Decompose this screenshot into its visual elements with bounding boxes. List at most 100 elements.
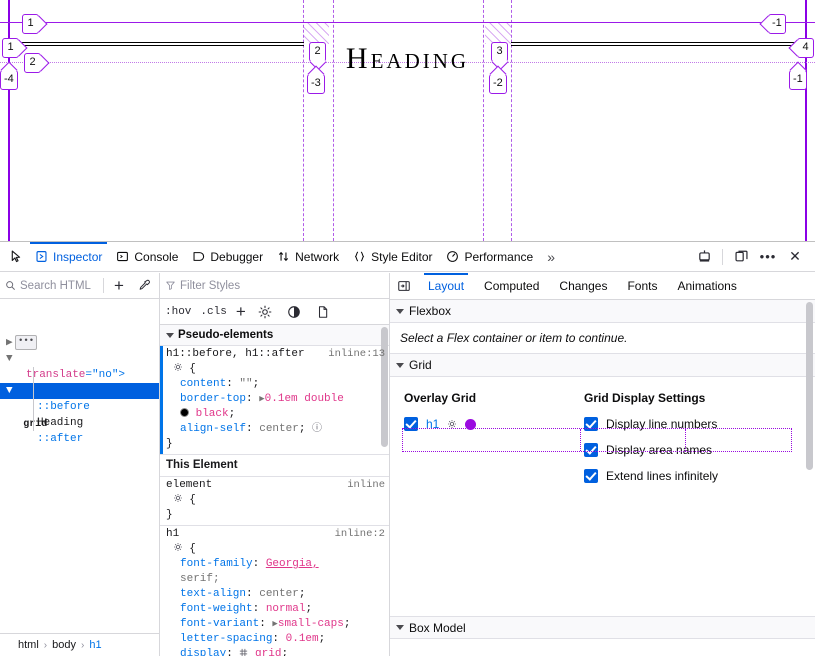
css-value[interactable]: serif;: [180, 573, 220, 585]
css-value[interactable]: center: [259, 423, 299, 435]
markup-node[interactable]: ::before: [0, 399, 159, 415]
css-rule-pseudo-rule[interactable]: h1::before, h1::afterinline:13 {content:…: [160, 346, 389, 455]
css-property[interactable]: font-family: [180, 558, 253, 570]
css-property[interactable]: letter-spacing: [180, 633, 272, 645]
css-rule-element-rule[interactable]: elementinline {}: [160, 477, 389, 526]
class-panel-button[interactable]: .cls: [200, 306, 226, 318]
css-rule-h1-rule[interactable]: h1inline:2 {font-family: Georgia,serif;t…: [160, 526, 389, 656]
markup-node[interactable]: [0, 479, 159, 495]
css-property[interactable]: font-variant: [180, 618, 259, 630]
css-rules-view[interactable]: Pseudo-elementsh1::before, h1::afterinli…: [160, 325, 389, 656]
css-property[interactable]: text-align: [180, 588, 246, 600]
page-viewport[interactable]: Heading 123-112-4-3-24-1: [0, 0, 815, 241]
rule-selector[interactable]: h1::before, h1::after: [166, 347, 305, 362]
responsive-design-mode-button[interactable]: [692, 245, 716, 269]
collapsed-children-icon[interactable]: •••: [15, 335, 37, 350]
css-declaration[interactable]: border-top: ▶0.1em double: [166, 392, 385, 407]
css-property[interactable]: align-self: [180, 423, 246, 435]
rule-selector[interactable]: element: [166, 478, 212, 493]
css-value[interactable]: 0.1em double: [265, 393, 344, 405]
layout-scrollbar[interactable]: [806, 302, 813, 470]
box-model-section-header[interactable]: Box Model: [390, 616, 815, 639]
markup-node[interactable]: ▶•••: [0, 335, 159, 351]
rule-source[interactable]: inline:2: [329, 527, 385, 542]
css-property[interactable]: font-weight: [180, 603, 253, 615]
css-declaration[interactable]: content: "";: [166, 377, 385, 392]
twisty-icon[interactable]: ▼: [6, 351, 15, 367]
devtools-settings-button[interactable]: •••: [756, 245, 780, 269]
devtools-tab-network[interactable]: Network: [270, 242, 346, 271]
close-devtools-button[interactable]: ✕: [783, 245, 807, 269]
css-value[interactable]: small-caps: [278, 618, 344, 630]
css-declaration[interactable]: font-family: Georgia,: [166, 557, 385, 572]
search-html-box[interactable]: Search HTML: [5, 280, 98, 292]
markup-attribute[interactable]: translate: [26, 369, 85, 381]
css-declaration[interactable]: letter-spacing: 0.1em;: [166, 632, 385, 647]
devtools-tab-console[interactable]: Console: [109, 242, 185, 271]
color-swatch[interactable]: [180, 408, 189, 417]
breadcrumb[interactable]: html›body›h1: [0, 633, 159, 656]
grid-setting-extend-infinitely[interactable]: Extend lines infinitely: [584, 469, 815, 483]
element-picker-button[interactable]: [4, 245, 28, 269]
markup-node[interactable]: translate="no">: [0, 367, 159, 383]
markup-node[interactable]: [0, 319, 159, 335]
expand-pane-button[interactable]: [394, 276, 414, 296]
hover-state-button[interactable]: :hov: [165, 306, 191, 318]
css-value[interactable]: grid: [255, 648, 281, 656]
markup-node[interactable]: ▼: [0, 351, 159, 367]
flexbox-section-header[interactable]: Flexbox: [390, 300, 815, 323]
breadcrumb-item-h1[interactable]: h1: [89, 639, 101, 651]
rule-toggle-icon[interactable]: [173, 363, 183, 375]
grid-outline-cell[interactable]: [581, 429, 686, 451]
rule-toggle-icon[interactable]: [173, 543, 183, 555]
rule-selector[interactable]: h1: [166, 527, 179, 542]
css-property[interactable]: content: [180, 378, 226, 390]
css-property[interactable]: border-top: [180, 393, 246, 405]
css-declaration[interactable]: align-self: center; ⓘ: [166, 422, 385, 437]
add-new-rule-button[interactable]: +: [236, 305, 246, 318]
breadcrumb-item-body[interactable]: body: [52, 639, 76, 651]
toggle-dark-scheme-button[interactable]: [284, 302, 304, 322]
create-new-node-button[interactable]: +: [109, 276, 129, 296]
pseudo-elements-accordion[interactable]: Pseudo-elements: [160, 325, 389, 346]
markup-tree[interactable]: ▶•••▼translate="no">▼ grid::beforeHeadin…: [0, 299, 159, 633]
rule-source[interactable]: inline:13: [322, 347, 385, 362]
layout-tab-changes[interactable]: Changes: [549, 273, 617, 299]
css-declaration[interactable]: text-align: center;: [166, 587, 385, 602]
grid-section-header[interactable]: Grid: [390, 354, 815, 377]
css-declaration[interactable]: font-variant: ▶small-caps;: [166, 617, 385, 632]
css-declaration[interactable]: display: grid;: [166, 647, 385, 656]
dock-position-button[interactable]: [729, 245, 753, 269]
toggle-light-scheme-button[interactable]: [255, 302, 275, 322]
breadcrumb-item-html[interactable]: html: [18, 639, 39, 651]
devtools-tab-inspector[interactable]: Inspector: [28, 242, 109, 271]
markup-node-selected[interactable]: ▼ grid: [0, 383, 159, 399]
markup-node[interactable]: ::after: [0, 431, 159, 447]
markup-node[interactable]: [0, 447, 159, 463]
css-declaration[interactable]: font-weight: normal;: [166, 602, 385, 617]
rule-source[interactable]: inline: [341, 478, 385, 493]
info-icon[interactable]: ⓘ: [312, 424, 322, 435]
layout-tab-animations[interactable]: Animations: [667, 273, 746, 299]
eyedropper-button[interactable]: [134, 276, 154, 296]
filter-styles-box[interactable]: Filter Styles: [165, 280, 384, 292]
layout-tab-computed[interactable]: Computed: [474, 273, 549, 299]
twisty-icon[interactable]: ▼: [6, 383, 15, 399]
markup-node[interactable]: Heading: [0, 415, 159, 431]
grid-inline-icon[interactable]: [239, 648, 248, 656]
css-declaration[interactable]: black;: [166, 407, 385, 422]
layout-tab-fonts[interactable]: Fonts: [617, 273, 667, 299]
devtools-tab-performance[interactable]: Performance: [439, 242, 540, 271]
grid-outline-cell[interactable]: [686, 429, 791, 451]
css-value[interactable]: Georgia,: [266, 558, 319, 570]
css-value[interactable]: normal: [266, 603, 306, 615]
css-declaration[interactable]: serif;: [166, 572, 385, 587]
markup-node[interactable]: [0, 463, 159, 479]
css-value[interactable]: center: [259, 588, 299, 600]
devtools-tab-style-editor[interactable]: Style Editor: [346, 242, 439, 271]
rule-toggle-icon[interactable]: [173, 494, 183, 506]
css-value[interactable]: black: [196, 408, 229, 420]
devtools-tab-debugger[interactable]: Debugger: [185, 242, 270, 271]
toggle-print-media-button[interactable]: [313, 302, 333, 322]
css-value[interactable]: 0.1em: [286, 633, 319, 645]
